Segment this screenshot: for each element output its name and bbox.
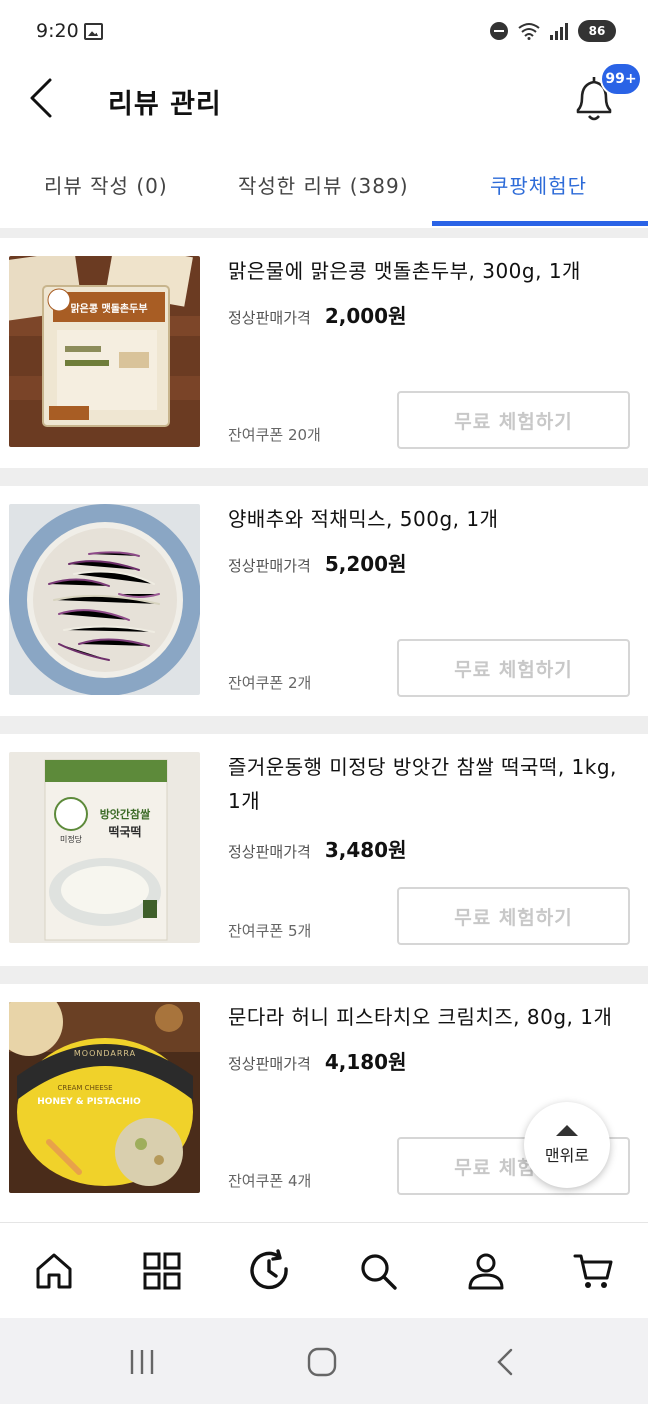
product-name[interactable]: 문다라 허니 피스타치오 크림치즈, 80g, 1개 bbox=[228, 1000, 632, 1034]
svg-text:맑은콩 맷돌촌두부: 맑은콩 맷돌촌두부 bbox=[70, 302, 147, 315]
product-name[interactable]: 즐거운동행 미정당 방앗간 참쌀 떡국떡, 1kg, 1개 bbox=[228, 750, 632, 818]
signal-icon bbox=[550, 22, 568, 40]
list-item[interactable]: 미정당 방앗간참쌀 떡국떡 즐거운동행 미정당 방앗간 참쌀 떡국떡, 1kg,… bbox=[0, 734, 648, 966]
scroll-to-top-button[interactable]: 맨위로 bbox=[524, 1102, 610, 1188]
header: 리뷰 관리 bbox=[0, 64, 648, 134]
page-title: 리뷰 관리 bbox=[108, 89, 222, 120]
cart-icon bbox=[573, 1254, 613, 1288]
section-divider bbox=[0, 228, 648, 238]
price-row: 정상판매가격 4,180원 bbox=[228, 1046, 406, 1075]
list-item[interactable]: 양배추와 적채믹스, 500g, 1개 정상판매가격 5,200원 잔여쿠폰 2… bbox=[0, 486, 648, 716]
price-label: 정상판매가격 bbox=[228, 309, 311, 327]
home-circle-icon bbox=[307, 1347, 337, 1377]
nav-home[interactable] bbox=[28, 1245, 80, 1297]
tab-bar: 리뷰 작성 (0) 작성한 리뷰 (389) 쿠팡체험단 bbox=[0, 150, 648, 228]
svg-text:CREAM CHEESE: CREAM CHEESE bbox=[57, 1084, 112, 1092]
nav-category[interactable] bbox=[136, 1245, 188, 1297]
back-arrow-icon bbox=[497, 1348, 513, 1376]
price-label: 정상판매가격 bbox=[228, 1055, 311, 1073]
recent-apps-button[interactable] bbox=[122, 1346, 162, 1378]
svg-text:방앗간참쌀: 방앗간참쌀 bbox=[100, 807, 151, 821]
product-image: 미정당 방앗간참쌀 떡국떡 bbox=[9, 752, 200, 943]
free-trial-button[interactable]: 무료 체험하기 bbox=[397, 887, 630, 945]
system-back-button[interactable] bbox=[486, 1346, 526, 1378]
price-value: 2,000원 bbox=[324, 304, 407, 328]
list-item[interactable]: 맑은콩 맷돌촌두부 맑은물에 맑은콩 맷돌촌두부, 300g, 1개 정상판매가… bbox=[0, 238, 648, 468]
do-not-disturb-icon bbox=[490, 22, 508, 40]
home-icon bbox=[36, 1253, 72, 1289]
bottom-nav bbox=[0, 1222, 648, 1318]
price-label: 정상판매가격 bbox=[228, 843, 311, 861]
free-trial-button[interactable]: 무료 체험하기 bbox=[397, 391, 630, 449]
price-row: 정상판매가격 2,000원 bbox=[228, 300, 406, 329]
image-notification-icon bbox=[84, 23, 103, 40]
back-button[interactable] bbox=[24, 76, 64, 120]
nav-recent[interactable] bbox=[244, 1245, 296, 1297]
free-trial-button[interactable]: 무료 체험하기 bbox=[397, 639, 630, 697]
status-time: 9:20 bbox=[36, 20, 79, 42]
chevron-left-icon bbox=[30, 78, 52, 118]
price-value: 3,480원 bbox=[324, 838, 407, 862]
product-list: 맑은콩 맷돌촌두부 맑은물에 맑은콩 맷돌촌두부, 300g, 1개 정상판매가… bbox=[0, 238, 648, 1214]
price-label: 정상판매가격 bbox=[228, 557, 311, 575]
product-image bbox=[9, 504, 200, 695]
divider bbox=[0, 468, 648, 486]
system-nav-bar bbox=[0, 1318, 648, 1404]
nav-my-page[interactable] bbox=[460, 1245, 512, 1297]
remaining-coupons: 잔여쿠폰 4개 bbox=[228, 1172, 312, 1190]
price-row: 정상판매가격 3,480원 bbox=[228, 834, 406, 863]
divider bbox=[0, 716, 648, 734]
active-tab-indicator bbox=[432, 221, 648, 226]
price-row: 정상판매가격 5,200원 bbox=[228, 548, 406, 577]
status-icons: 86 bbox=[490, 20, 616, 42]
home-button[interactable] bbox=[302, 1346, 342, 1378]
remaining-coupons: 잔여쿠폰 20개 bbox=[228, 426, 321, 444]
notification-badge: 99+ bbox=[600, 62, 642, 96]
category-icon bbox=[143, 1252, 181, 1290]
arrow-up-icon bbox=[556, 1124, 578, 1136]
remaining-coupons: 잔여쿠폰 2개 bbox=[228, 674, 312, 692]
svg-text:MOONDARRA: MOONDARRA bbox=[74, 1049, 136, 1058]
product-image: MOONDARRA CREAM CHEESE HONEY & PISTACHIO bbox=[9, 1002, 200, 1193]
remaining-coupons: 잔여쿠폰 5개 bbox=[228, 922, 312, 940]
tab-coupang-trial[interactable]: 쿠팡체험단 bbox=[490, 170, 587, 199]
status-bar: 9:20 86 bbox=[0, 0, 648, 64]
scroll-to-top-label: 맨위로 bbox=[544, 1145, 590, 1165]
tab-write-review[interactable]: 리뷰 작성 (0) bbox=[44, 170, 168, 199]
battery-indicator: 86 bbox=[578, 20, 616, 42]
wifi-icon bbox=[518, 22, 540, 40]
recent-apps-icon bbox=[130, 1350, 154, 1374]
product-name[interactable]: 맑은물에 맑은콩 맷돌촌두부, 300g, 1개 bbox=[228, 254, 632, 288]
price-value: 4,180원 bbox=[324, 1050, 407, 1074]
price-value: 5,200원 bbox=[324, 552, 407, 576]
svg-text:HONEY & PISTACHIO: HONEY & PISTACHIO bbox=[37, 1097, 141, 1107]
recent-icon bbox=[250, 1249, 288, 1290]
product-name[interactable]: 양배추와 적채믹스, 500g, 1개 bbox=[228, 502, 632, 536]
product-image: 맑은콩 맷돌촌두부 bbox=[9, 256, 200, 447]
nav-cart[interactable] bbox=[568, 1245, 620, 1297]
svg-text:미정당: 미정당 bbox=[60, 834, 83, 844]
my-page-icon bbox=[468, 1253, 504, 1290]
nav-search[interactable] bbox=[352, 1245, 404, 1297]
search-icon bbox=[361, 1254, 397, 1290]
svg-text:떡국떡: 떡국떡 bbox=[108, 824, 141, 839]
divider bbox=[0, 966, 648, 984]
tab-written-reviews[interactable]: 작성한 리뷰 (389) bbox=[238, 170, 409, 199]
